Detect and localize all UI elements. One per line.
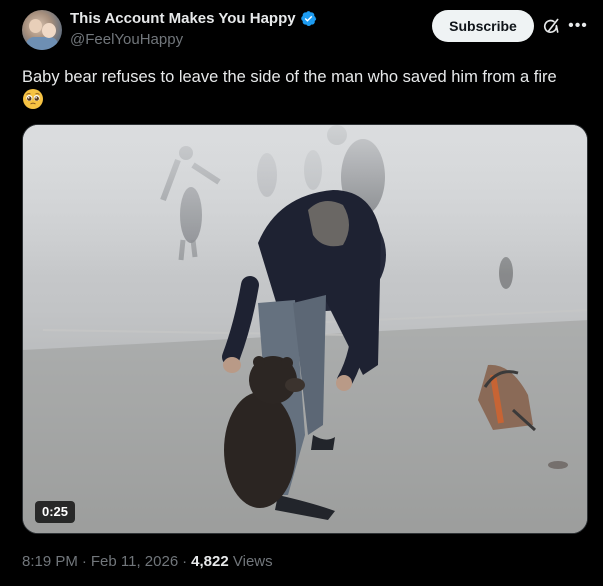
scrollbar-track[interactable] [592, 0, 603, 586]
subscribe-button[interactable]: Subscribe [432, 10, 534, 42]
meta-separator: · [81, 553, 87, 570]
post-time[interactable]: 8:19 PM [22, 553, 78, 570]
post-date[interactable]: Feb 11, 2026 [91, 553, 178, 570]
video-player[interactable]: 0:25 [22, 124, 588, 534]
tweet-text: Baby bear refuses to leave the side of t… [22, 66, 582, 111]
post-meta: 8:19 PM · Feb 11, 2026 · 4,822 Views [22, 553, 273, 570]
views-count: 4,822 [191, 553, 229, 570]
video-duration-badge: 0:25 [35, 501, 76, 523]
pleading-face-icon [23, 89, 43, 109]
verified-badge-icon [300, 11, 316, 26]
tweet-post: This Account Makes You Happy @FeelYouHap… [0, 0, 592, 586]
views-label: Views [232, 553, 273, 570]
meta-separator: · [182, 553, 188, 570]
grok-icon[interactable] [541, 17, 561, 37]
author-handle[interactable]: @FeelYouHappy [70, 31, 183, 48]
author-display-name[interactable]: This Account Makes You Happy [70, 10, 296, 27]
more-horizontal-icon[interactable]: ••• [568, 16, 588, 36]
author-avatar[interactable] [22, 10, 62, 50]
video-frame [23, 125, 587, 533]
author-name-row: This Account Makes You Happy [70, 10, 317, 27]
tweet-body: Baby bear refuses to leave the side of t… [22, 68, 557, 86]
